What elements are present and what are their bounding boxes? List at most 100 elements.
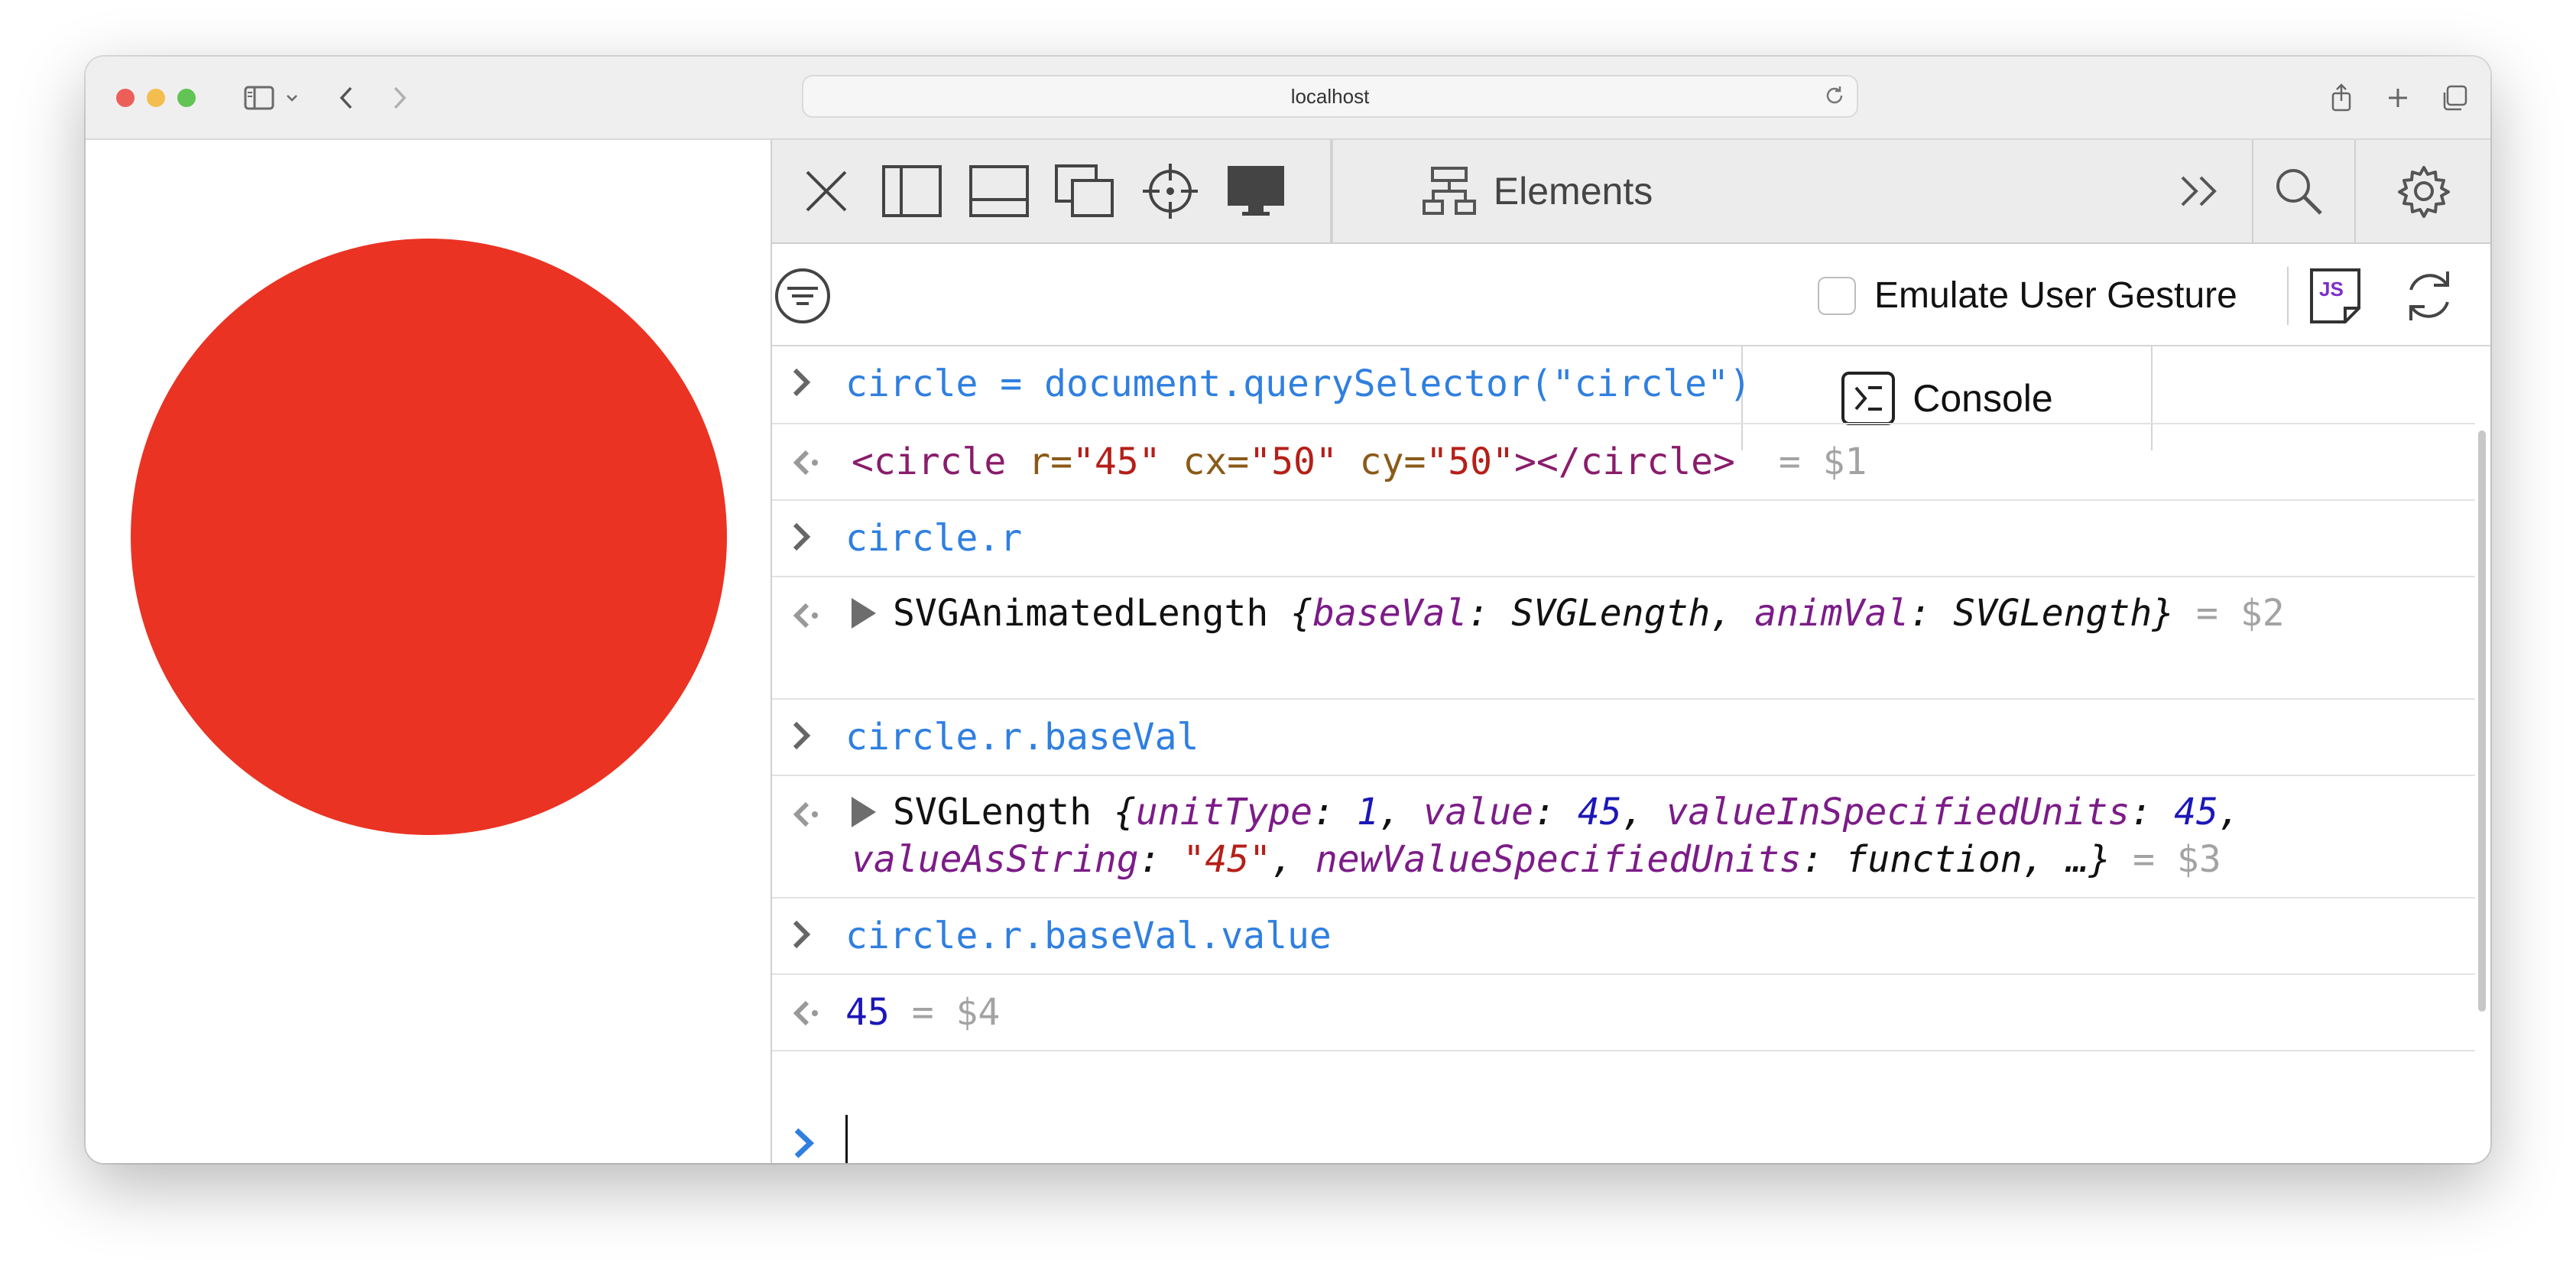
result-variable: = $3 <box>2110 838 2221 881</box>
code-token: 1 <box>1356 791 1379 833</box>
settings-icon[interactable] <box>2391 158 2457 224</box>
code-token: { <box>1290 592 1313 635</box>
input-prompt-icon <box>790 918 812 954</box>
code-token: ></circle> <box>1513 440 1735 483</box>
code-token: , <box>1378 791 1423 833</box>
code-token: } <box>2088 838 2111 881</box>
input-prompt-icon <box>790 720 812 755</box>
filter-icon[interactable] <box>774 267 832 325</box>
output-arrow-icon <box>790 600 821 635</box>
output-arrow-icon <box>790 799 821 833</box>
dock-bottom-icon[interactable] <box>966 158 1032 224</box>
code-token: , <box>2218 791 2263 833</box>
forward-icon[interactable] <box>381 76 419 119</box>
new-tab-icon[interactable] <box>2379 76 2417 119</box>
divider <box>2252 140 2253 242</box>
console-command: circle = document.querySelector("circle"… <box>845 362 1751 405</box>
scrollbar[interactable] <box>2478 431 2486 1012</box>
js-badge-text: JS <box>2319 278 2344 301</box>
emulate-user-gesture-checkbox[interactable] <box>1818 276 1856 315</box>
console-command: circle.r.baseVal <box>845 716 1199 759</box>
reload-icon[interactable] <box>1823 84 1846 112</box>
console-result: SVGAnimatedLength {baseVal: SVGLength, a… <box>852 590 2383 637</box>
active-prompt-icon <box>792 1126 816 1163</box>
tab-elements[interactable]: Elements <box>1332 140 1741 242</box>
code-token: , <box>1621 791 1666 833</box>
undock-icon[interactable] <box>1052 158 1118 224</box>
svg-circle[interactable] <box>131 239 727 835</box>
code-token: value <box>1423 791 1534 833</box>
disclosure-triangle-icon[interactable] <box>852 598 876 629</box>
chevron-down-icon[interactable] <box>278 76 306 119</box>
code-token: 45 <box>845 991 890 1034</box>
tab-elements-label: Elements <box>1493 170 1653 213</box>
console-input-entry[interactable]: circle.r.baseVal.value <box>772 898 2475 975</box>
console-command: circle.r.baseVal.value <box>845 915 1332 957</box>
console-result: SVGLength {unitType: 1, value: 45, value… <box>852 788 2383 883</box>
code-token: animVal <box>1754 592 1909 635</box>
console-input-field[interactable] <box>845 1115 848 1163</box>
address-bar[interactable]: localhost <box>802 75 1858 118</box>
code-token: valueInSpecifiedUnits <box>1666 791 2130 833</box>
console-output-entry[interactable]: SVGAnimatedLength {baseVal: SVGLength, a… <box>772 577 2475 700</box>
console-input-entry[interactable]: circle = document.querySelector("circle"… <box>772 346 2475 424</box>
red-circle[interactable] <box>131 239 727 835</box>
minimize-window-button[interactable] <box>147 89 165 107</box>
dock-side-icon[interactable] <box>879 158 945 224</box>
code-token: <circle <box>852 440 1029 483</box>
code-token: : <box>1909 592 1954 635</box>
code-token: valueAsString <box>852 838 1139 881</box>
tab-overview-icon[interactable] <box>2435 76 2474 119</box>
code-token: SVGLength <box>1953 592 2153 635</box>
title-bar: localhost <box>86 57 2490 140</box>
close-icon[interactable] <box>793 158 859 224</box>
code-token: SVGAnimatedLength <box>893 592 1291 635</box>
share-icon[interactable] <box>2322 76 2360 119</box>
code-token: 45 <box>1577 791 1622 833</box>
code-token: SVGLength <box>893 791 1114 833</box>
browser-window: localhost Elements Console Emulate User … <box>86 57 2490 1163</box>
code-token: : <box>1467 592 1512 635</box>
console-input-entry[interactable]: circle.r <box>772 501 2475 577</box>
result-variable: = $4 <box>889 991 1001 1034</box>
code-token: cy= <box>1337 440 1426 483</box>
divider <box>2354 140 2356 242</box>
console-output-entry[interactable]: 45 = $4 <box>772 975 2475 1051</box>
page-viewport <box>86 140 772 1163</box>
web-inspector: Elements Console Emulate User Gesture JS… <box>772 140 2490 1163</box>
search-icon[interactable] <box>2266 158 2331 224</box>
code-token: newValueSpecifiedUnits <box>1315 838 1802 881</box>
js-file-icon[interactable]: JS <box>2308 267 2362 325</box>
emulate-user-gesture-toggle[interactable]: Emulate User Gesture <box>1818 275 2237 317</box>
code-token: baseVal <box>1312 592 1468 635</box>
inspector-tab-bar: Elements Console <box>772 140 2490 450</box>
more-tabs-icon[interactable] <box>2168 158 2234 224</box>
element-picker-icon[interactable] <box>1137 158 1203 224</box>
device-icon[interactable] <box>1223 158 1289 224</box>
reload-icon[interactable] <box>2400 267 2458 325</box>
close-window-button[interactable] <box>116 89 135 107</box>
code-token: "45" <box>1183 838 1272 881</box>
input-prompt-icon <box>790 521 812 557</box>
console-output-entry[interactable]: <circle r="45" cx="50" cy="50"></circle>… <box>772 424 2475 501</box>
zoom-window-button[interactable] <box>177 89 196 107</box>
console-log: circle = document.querySelector("circle"… <box>772 346 2490 1163</box>
console-result: <circle r="45" cx="50" cy="50"></circle>… <box>852 438 2383 486</box>
disclosure-triangle-icon[interactable] <box>852 797 876 827</box>
back-icon[interactable] <box>327 76 365 119</box>
url-text: localhost <box>1290 84 1370 108</box>
console-input-entry[interactable]: circle.r.baseVal <box>772 700 2475 776</box>
input-prompt-icon <box>790 366 812 402</box>
code-token: r= <box>1028 440 1072 483</box>
code-token: SVGLength <box>1511 592 1711 635</box>
code-token: cx= <box>1160 440 1250 483</box>
console-output-entry[interactable]: SVGLength {unitType: 1, value: 45, value… <box>772 776 2475 898</box>
code-token: : <box>1801 838 1846 881</box>
code-token: "50" <box>1249 440 1338 483</box>
output-arrow-icon <box>790 998 821 1032</box>
code-token: unitType <box>1135 791 1313 833</box>
console-result: 45 = $4 <box>845 989 2383 1036</box>
console-filter-bar: Emulate User Gesture JS <box>772 244 2490 346</box>
code-token: : <box>2130 791 2175 833</box>
code-token: , … <box>2022 838 2089 881</box>
